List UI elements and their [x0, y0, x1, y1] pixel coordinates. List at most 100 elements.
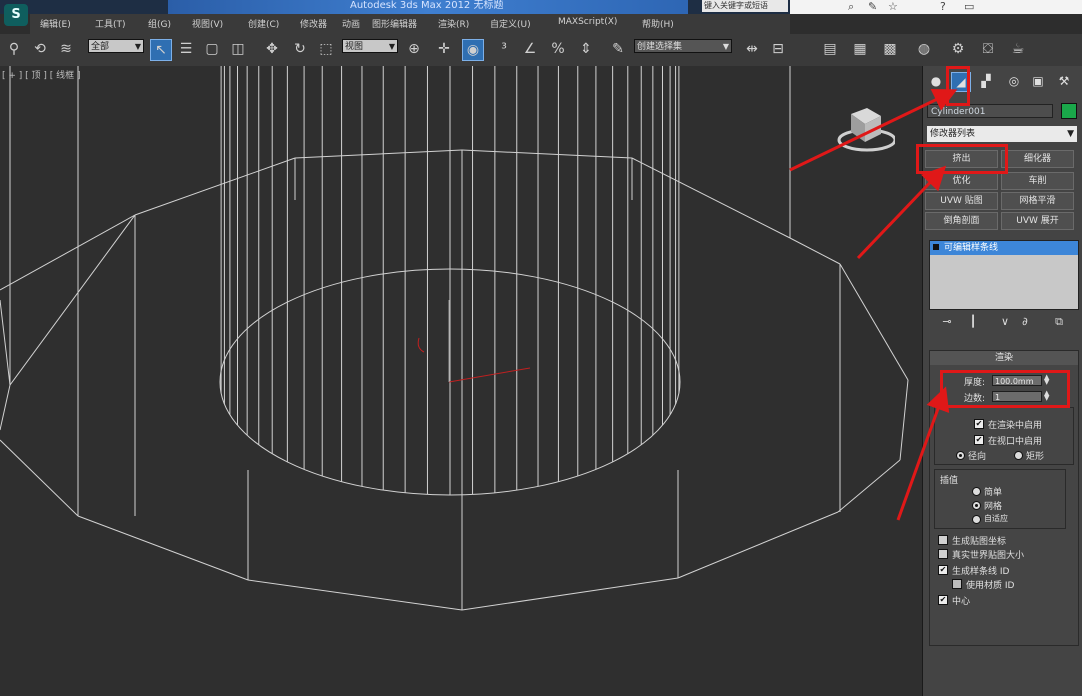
menu-graph-editors[interactable]: 图形编辑器 [372, 17, 417, 30]
interp-simple-radio[interactable] [972, 487, 981, 496]
curve-editor-icon[interactable]: ▦ [850, 39, 870, 59]
wire-edge [837, 459, 901, 513]
chevron-down-icon: ▼ [1067, 129, 1074, 139]
minimize-icon[interactable]: ▭ [964, 0, 974, 13]
help-icon[interactable]: ? [940, 0, 946, 13]
stack-item-label: 可编辑样条线 [944, 243, 999, 253]
rollout-header[interactable]: 渲染 [930, 351, 1078, 365]
tab-display[interactable]: ▣ [1029, 72, 1047, 90]
menu-maxscript[interactable]: MAXScript(X) [558, 17, 617, 27]
gen-spline-id-checkbox[interactable]: ✔ [938, 565, 948, 575]
coord-system-dropdown[interactable]: 视图 ▼ [342, 39, 398, 53]
tab-hierarchy[interactable]: ▞ [977, 72, 995, 90]
uvw-map-button[interactable]: UVW 贴图 [925, 192, 998, 210]
modifier-list-dropdown[interactable]: 修改器列表 ▼ [927, 126, 1077, 142]
tab-utilities[interactable]: ⚒ [1055, 72, 1073, 90]
rotate-icon[interactable]: ↻ [290, 39, 310, 59]
bind-spacewarp-icon[interactable]: ≋ [56, 39, 76, 59]
align-icon[interactable]: ⊟ [768, 39, 788, 59]
viewport-top[interactable]: [ + ] [ 顶 ] [ 线框 ] [0, 66, 922, 696]
object-name-field[interactable]: Cylinder001 [927, 104, 1053, 118]
interpolation-title: 插值 [940, 476, 959, 486]
named-selection-dropdown[interactable]: 创建选择集 ▼ [634, 39, 732, 53]
app-logo[interactable]: S [4, 4, 28, 26]
wire-edge [899, 379, 909, 461]
edit-named-sel-icon[interactable]: ✎ [608, 39, 628, 59]
make-unique-icon[interactable]: ∨ [997, 314, 1013, 330]
scale-icon[interactable]: ⬚ [316, 39, 336, 59]
radial-radio[interactable] [956, 451, 965, 460]
wire-edge [247, 579, 463, 611]
percent-snap-icon[interactable]: % [548, 39, 568, 59]
object-color-swatch[interactable] [1061, 103, 1077, 119]
show-end-result-icon[interactable]: ┃ [965, 314, 981, 330]
menu-animation[interactable]: 动画 [342, 17, 360, 30]
menu-views[interactable]: 视图(V) [192, 17, 223, 30]
gen-mapping-checkbox[interactable] [938, 535, 948, 545]
select-by-name-icon[interactable]: ☰ [176, 39, 196, 59]
optimize-button[interactable]: 优化 [925, 172, 998, 190]
wire-edge [677, 511, 839, 579]
bevel-profile-button[interactable]: 倒角剖面 [925, 212, 998, 230]
keyboard-shortcut-icon[interactable]: ◉ [462, 39, 484, 61]
configure-sets-icon[interactable]: ⧉ [1051, 314, 1067, 330]
material-editor-icon[interactable]: ◍ [914, 39, 934, 59]
spinner-snap-icon[interactable]: ⇕ [576, 39, 596, 59]
selection-filter-value: 全部 [91, 42, 110, 52]
rect-selection-icon[interactable]: ▢ [202, 39, 222, 59]
viewport-label[interactable]: [ + ] [ 顶 ] [ 线框 ] [2, 68, 81, 81]
wire-edge [461, 577, 679, 611]
search-input[interactable]: 键入关键字或短语 [702, 0, 788, 12]
unwrap-uvw-button[interactable]: UVW 展开 [1001, 212, 1074, 230]
menu-customize[interactable]: 自定义(U) [490, 17, 531, 30]
meshsmooth-button[interactable]: 网格平滑 [1001, 192, 1074, 210]
tessellate-button[interactable]: 细化器 [1001, 150, 1074, 168]
pin-stack-icon[interactable]: ⊸ [939, 314, 955, 330]
render-teapot-icon[interactable]: ☕ [1008, 39, 1028, 59]
binoculars-icon[interactable]: ⌕ [848, 0, 854, 14]
snap-3d-icon[interactable]: ³ [494, 39, 514, 59]
window-crossing-icon[interactable]: ◫ [228, 39, 248, 59]
menu-rendering[interactable]: 渲染(R) [438, 17, 469, 30]
menu-edit[interactable]: 编辑(E) [40, 17, 71, 30]
tools-icon[interactable]: ✎ [868, 0, 877, 13]
selection-filter-dropdown[interactable]: 全部 ▼ [88, 39, 144, 53]
schematic-view-icon[interactable]: ▩ [880, 39, 900, 59]
angle-snap-icon[interactable]: ∠ [520, 39, 540, 59]
rendered-frame-icon[interactable]: ⛋ [978, 39, 998, 59]
viewcube-icon[interactable] [835, 106, 895, 156]
real-world-checkbox[interactable] [938, 549, 948, 559]
annotation-box-modify-tab [946, 66, 970, 106]
rectangular-label: 矩形 [1026, 452, 1045, 462]
move-icon[interactable]: ✥ [262, 39, 282, 59]
layer-manager-icon[interactable]: ▤ [820, 39, 840, 59]
menu-help[interactable]: 帮助(H) [642, 17, 674, 30]
wireframe-scene [0, 66, 909, 611]
link-icon[interactable]: ⚲ [4, 39, 24, 59]
menu-create[interactable]: 创建(C) [248, 17, 279, 30]
menu-tools[interactable]: 工具(T) [95, 17, 126, 30]
wire-edge [0, 384, 11, 431]
remove-modifier-icon[interactable]: ∂ [1017, 314, 1033, 330]
interp-adaptive-radio[interactable] [972, 515, 981, 524]
mirror-icon[interactable]: ⇹ [742, 39, 762, 59]
center-checkbox[interactable]: ✔ [938, 595, 948, 605]
select-object-icon[interactable]: ↖ [150, 39, 172, 61]
stack-item-editable-spline[interactable]: 可编辑样条线 [930, 241, 1078, 255]
tab-create[interactable]: ● [927, 72, 945, 90]
use-mat-id-checkbox[interactable] [952, 579, 962, 589]
lathe-button[interactable]: 车削 [1001, 172, 1074, 190]
render-setup-icon[interactable]: ⚙ [948, 39, 968, 59]
enable-render-checkbox[interactable]: ✔ [974, 419, 984, 429]
enable-viewport-checkbox[interactable]: ✔ [974, 435, 984, 445]
select-manipulate-icon[interactable]: ✛ [434, 39, 454, 59]
interp-mesh-radio[interactable] [972, 501, 981, 510]
unlink-icon[interactable]: ⟲ [30, 39, 50, 59]
main-toolbar: ⚲ ⟲ ≋ 全部 ▼ ↖ ☰ ▢ ◫ ✥ ↻ ⬚ 视图 ▼ ⊕ ✛ ◉ ³ ∠ % … [0, 34, 1082, 67]
menu-modifiers[interactable]: 修改器 [300, 17, 327, 30]
menu-group[interactable]: 组(G) [148, 17, 171, 30]
tab-motion[interactable]: ◎ [1005, 72, 1023, 90]
star-icon[interactable]: ☆ [888, 0, 898, 13]
pivot-center-icon[interactable]: ⊕ [404, 39, 424, 59]
rectangular-radio[interactable] [1014, 451, 1023, 460]
